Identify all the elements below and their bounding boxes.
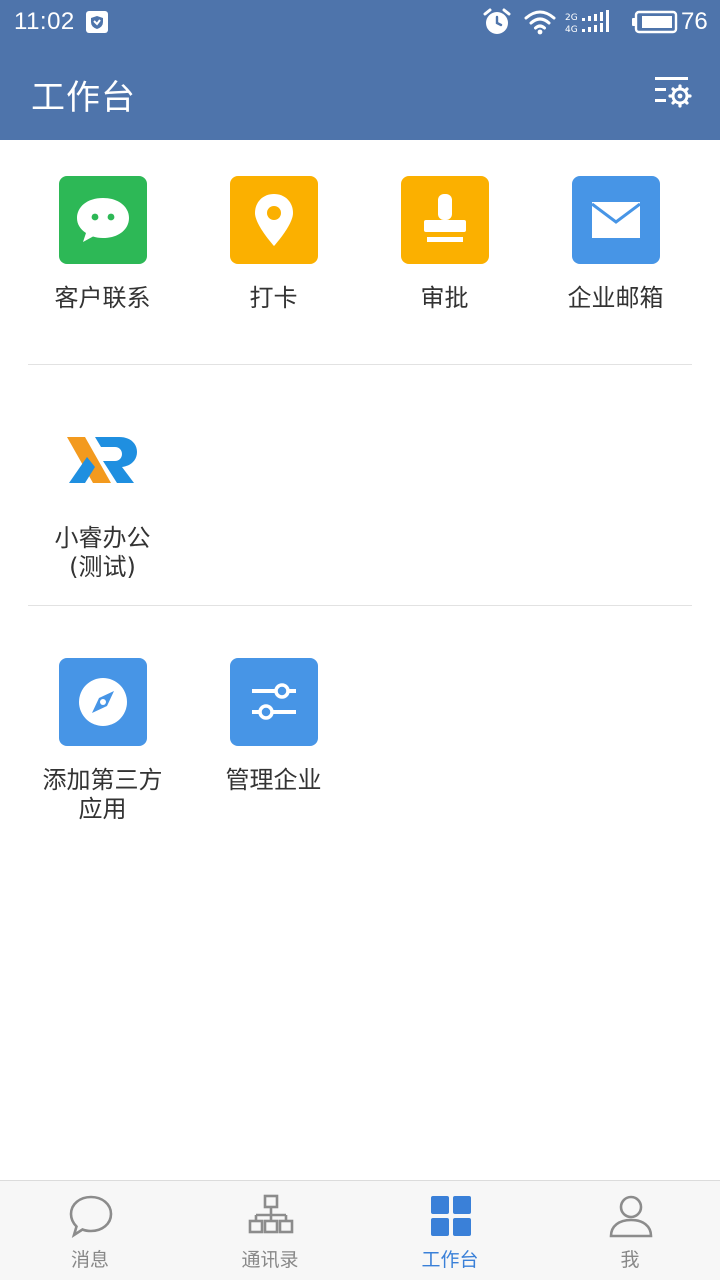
chat-bubble-icon <box>77 198 129 242</box>
shield-icon <box>86 11 108 33</box>
page-title: 工作台 <box>31 78 136 118</box>
tab-label: 我 <box>620 1249 640 1271</box>
person-icon <box>609 1195 653 1238</box>
tab-workbench[interactable]: 工作台 <box>360 1181 540 1280</box>
app-tile[interactable] <box>572 176 660 264</box>
message-icon <box>69 1195 113 1238</box>
app-tile[interactable] <box>59 176 147 264</box>
app-label: 管理企业 <box>225 766 322 794</box>
app-tile[interactable] <box>59 658 147 746</box>
app-label: 客户联系 <box>54 284 151 312</box>
app-label: 打卡 <box>249 284 298 312</box>
section-divider <box>28 605 692 606</box>
app-tile[interactable] <box>401 176 489 264</box>
tab-label: 消息 <box>70 1249 109 1271</box>
battery-icon <box>632 10 678 34</box>
svg-text:4G: 4G <box>565 25 578 34</box>
status-bar: 11:02 2G 4G 76 <box>0 0 720 44</box>
sliders-icon <box>252 683 296 720</box>
app-label-line1: 添加第三方 <box>42 766 163 794</box>
wifi-icon <box>524 10 556 35</box>
app-label-line2: 应用 <box>78 795 127 823</box>
grid-icon <box>431 1196 471 1236</box>
app-tile[interactable] <box>230 176 318 264</box>
app-bar: 工作台 <box>0 44 720 140</box>
app-label-line1: 小睿办公 <box>54 524 151 552</box>
network-label: 2G <box>565 13 578 23</box>
app-label: 审批 <box>420 284 469 312</box>
app-label-line2: (测试) <box>69 553 136 581</box>
app-row-1: 客户联系 打卡 审批 企业邮箱 <box>0 176 720 326</box>
tab-messages[interactable]: 消息 <box>0 1181 180 1280</box>
alarm-icon <box>483 8 511 34</box>
stamp-icon <box>424 194 466 242</box>
tab-label: 通讯录 <box>241 1249 299 1271</box>
bottom-nav: 消息 通讯录 工作台 我 <box>0 1180 720 1280</box>
app-tile[interactable] <box>230 658 318 746</box>
app-label: 企业邮箱 <box>567 284 664 312</box>
org-chart-icon <box>248 1194 294 1234</box>
app-row-2: 小睿办公 (测试) <box>0 417 720 587</box>
xr-logo-icon <box>67 437 137 483</box>
section-divider <box>28 364 692 365</box>
tab-me[interactable]: 我 <box>540 1181 720 1280</box>
location-pin-icon <box>255 194 293 246</box>
compass-icon <box>79 678 127 726</box>
tab-label: 工作台 <box>421 1249 479 1271</box>
app-tile[interactable] <box>59 417 147 505</box>
tab-contacts[interactable]: 通讯录 <box>180 1181 360 1280</box>
battery-level: 76 <box>681 8 708 35</box>
cellular-signal-icon: 2G 4G <box>565 10 609 34</box>
list-settings-icon[interactable] <box>650 72 694 112</box>
status-time: 11:02 <box>14 8 75 35</box>
app-row-3: 添加第三方 应用 管理企业 <box>0 658 720 828</box>
mail-icon <box>591 202 641 238</box>
